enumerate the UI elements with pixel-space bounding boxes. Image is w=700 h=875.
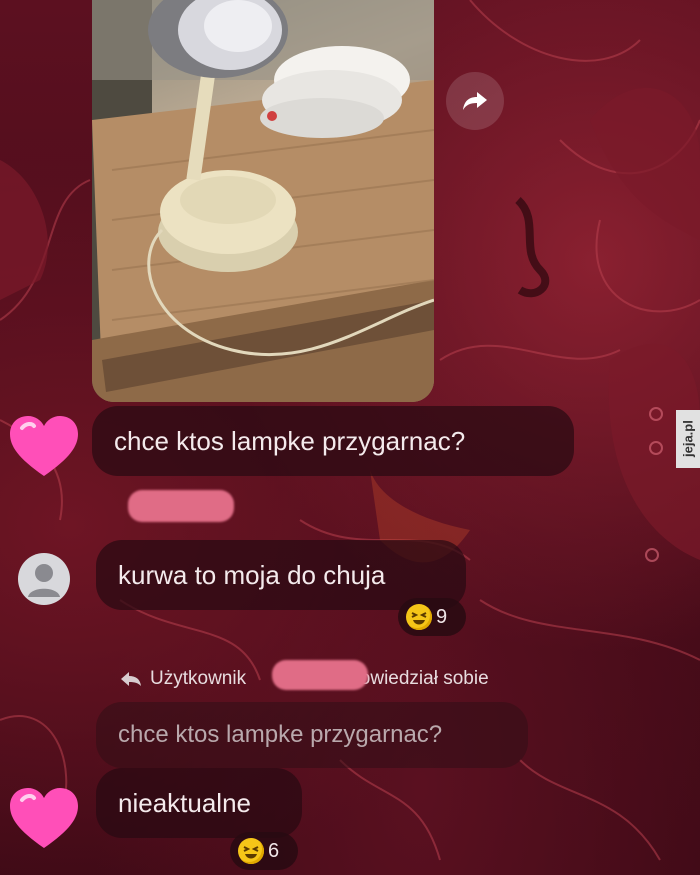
user-avatar[interactable] — [18, 553, 70, 605]
redacted-username — [128, 490, 234, 522]
share-button[interactable] — [446, 72, 504, 130]
reply-arrow-icon — [121, 672, 141, 686]
lamp-photo-illustration — [92, 0, 434, 402]
watermark-logo: jeja.pl — [676, 410, 700, 468]
quoted-text: chce ktos lampke przygarnac? — [118, 721, 443, 748]
reaction-count: 9 — [436, 605, 448, 628]
shared-photo[interactable] — [92, 0, 434, 402]
message-text: chce ktos lampke przygarnac? — [114, 425, 466, 456]
default-avatar-icon — [28, 564, 60, 597]
share-arrow-icon — [463, 92, 487, 110]
laughing-emoji-icon — [406, 604, 432, 630]
redacted-username — [272, 660, 368, 690]
message-bubble[interactable]: chce ktos lampke przygarnac? — [92, 406, 574, 476]
watermark-text: jeja.pl — [680, 420, 696, 458]
reaction-badge[interactable]: 9 — [398, 598, 466, 636]
heart-avatar[interactable] — [8, 786, 80, 852]
message-bubble[interactable]: nieaktualne — [96, 768, 302, 838]
message-text: nieaktualne — [118, 787, 251, 818]
message-text: kurwa to moja do chuja — [118, 559, 386, 590]
heart-avatar[interactable] — [8, 414, 80, 480]
reply-prefix: Użytkownik — [150, 668, 247, 689]
laughing-emoji-icon — [238, 838, 264, 864]
quoted-message[interactable]: chce ktos lampke przygarnac? — [96, 702, 528, 768]
reaction-count: 6 — [268, 839, 280, 862]
reaction-badge[interactable]: 6 — [230, 832, 298, 870]
